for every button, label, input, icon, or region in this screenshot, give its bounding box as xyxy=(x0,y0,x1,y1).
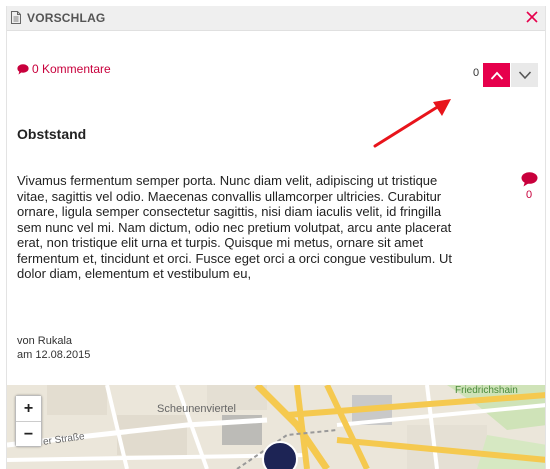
speech-bubble-icon xyxy=(521,172,537,187)
author-info: von Rukala am 12.08.2015 xyxy=(17,334,90,362)
inline-comment-count: 0 xyxy=(525,189,533,201)
proposal-body: Vivamus fermentum semper porta. Nunc dia… xyxy=(17,173,452,281)
panel-title: VORSCHLAG xyxy=(27,11,106,25)
zoom-control: + − xyxy=(15,395,42,447)
comments-link[interactable]: 0 Kommentare xyxy=(17,62,111,76)
document-icon xyxy=(11,11,21,24)
map-label-area: Friedrichshain xyxy=(455,385,518,396)
map-marker[interactable] xyxy=(262,441,298,469)
proposal-title: Obststand xyxy=(17,126,87,142)
chevron-down-icon xyxy=(518,70,531,79)
zoom-out-button[interactable]: − xyxy=(16,421,41,446)
speech-bubble-icon xyxy=(17,63,29,74)
close-icon[interactable] xyxy=(525,10,539,24)
author-name: von Rukala xyxy=(17,335,73,347)
post-date: am 12.08.2015 xyxy=(17,349,91,361)
panel-header: VORSCHLAG xyxy=(7,6,545,31)
downvote-button[interactable] xyxy=(511,63,538,87)
chevron-up-icon xyxy=(490,71,503,80)
zoom-in-button[interactable]: + xyxy=(16,396,41,421)
inline-comment-button[interactable]: 0 xyxy=(519,172,539,201)
comments-count-label: 0 Kommentare xyxy=(32,62,111,76)
vote-count: 0 xyxy=(473,67,480,79)
map-label-district: Scheunenviertel xyxy=(157,403,236,415)
annotation-arrow-icon xyxy=(373,99,451,148)
map-view[interactable]: Scheunenviertel Friedrichshain er Straße… xyxy=(7,385,545,469)
upvote-button[interactable] xyxy=(483,63,510,87)
proposal-panel: VORSCHLAG 0 Kommentare 0 Obststand Vivam… xyxy=(6,6,546,469)
